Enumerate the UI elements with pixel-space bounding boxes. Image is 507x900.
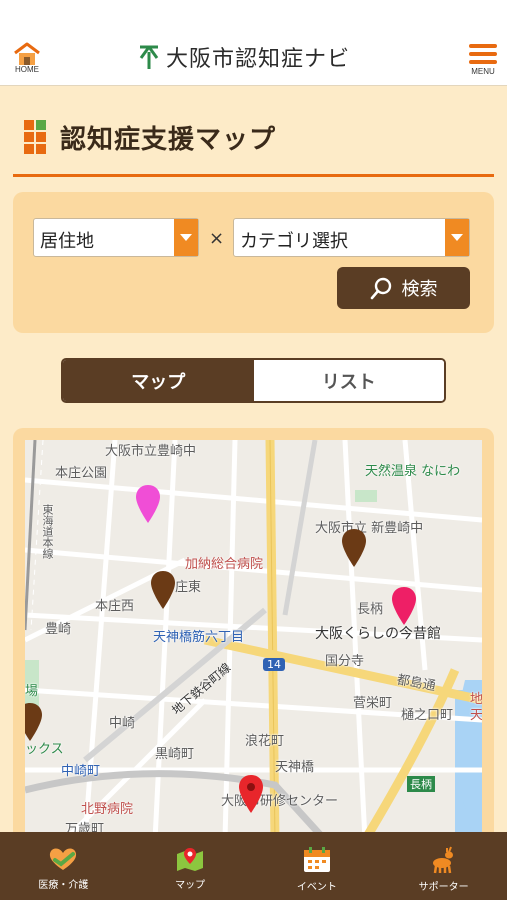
map-label: 天神橋筋六丁目 [153,630,245,645]
bottom-nav: 医療・介護 マップ イベント サポーター [0,832,507,900]
times-symbol: × [209,228,225,249]
nav-label: マップ [175,880,206,891]
grid-icon [24,120,46,154]
map-label: 加納総合病院 [185,557,264,572]
route-badge: 14 [263,658,285,671]
map-pin[interactable] [238,774,264,814]
map-icon [177,848,204,871]
map-label: 東海道本線 [41,504,54,559]
hamburger-bar [469,52,497,56]
map-label: 長柄 [357,602,384,617]
map-label: 天 [470,708,482,723]
nav-label: サポーター [418,882,469,893]
home-button[interactable]: HOME [8,42,46,78]
category-select-value: カテゴリ選択 [240,231,348,252]
map-label: 場 [25,684,39,699]
menu-button[interactable]: MENU [469,44,497,76]
map-label: 長柄 [407,776,435,792]
title-divider [13,174,494,177]
map-pin[interactable] [341,528,367,568]
map-label: 菅栄町 [353,696,393,711]
calendar-icon [303,847,330,872]
medical-care-icon [50,848,77,870]
page-title: 認知症支援マップ [60,124,277,155]
search-panel: 居住地 × カテゴリ選択 検索 [13,192,494,333]
nav-supporter[interactable]: サポーター [380,832,507,900]
search-button[interactable]: 検索 [337,267,470,309]
map-label: 北野病院 [81,802,134,817]
map-label: 黒崎町 [155,747,195,762]
map-label: 天神橋 [275,760,315,775]
map-label: 中崎町 [61,764,101,779]
map-label: 大阪くらしの今昔館 [315,626,441,642]
map-pin[interactable] [135,484,161,524]
logo-mark-icon [139,45,159,69]
map-label: 豊崎 [45,622,72,637]
page-title-row: 認知症支援マップ [24,118,276,156]
map-label: 樋之口町 [401,708,454,723]
nav-map[interactable]: マップ [127,832,254,900]
map-pin[interactable] [391,586,417,626]
map-label: 中崎 [109,716,136,731]
tab-map[interactable]: マップ [63,360,254,401]
home-icon [14,42,40,65]
view-toggle: マップ リスト [61,358,446,403]
map-pin[interactable] [150,570,176,610]
map-label: 本庄公園 [55,466,108,481]
map-label: 庄東 [175,580,202,595]
map-pin[interactable] [25,702,43,742]
map-label: 浪花町 [245,734,285,749]
tab-list[interactable]: リスト [253,360,444,401]
nav-event[interactable]: イベント [254,832,381,900]
chevron-down-icon [174,219,198,256]
app-header: HOME 大阪市認知症ナビ MENU [0,0,507,86]
map-label: 大阪市立豊崎中 [105,444,197,459]
app-title: 大阪市認知症ナビ [166,47,351,72]
category-select[interactable]: カテゴリ選択 [233,218,470,257]
chevron-down-icon [445,219,469,256]
map-label: 天然温泉 なにわ [365,464,461,479]
hamburger-icon [469,44,497,48]
support-map[interactable]: 大阪市立豊崎中 本庄公園 天然温泉 なにわ 東海道本線 大阪市立 新豊崎中 加納… [25,440,482,840]
supporter-deer-icon [432,846,453,874]
hamburger-bar [469,60,497,64]
search-button-label: 検索 [401,279,438,300]
nav-medical-care[interactable]: 医療・介護 [0,832,127,900]
app-logo[interactable]: 大阪市認知症ナビ [138,42,350,72]
map-label: 本庄西 [95,599,135,614]
search-icon [370,277,391,300]
residence-select-value: 居住地 [40,231,94,252]
nav-label: 医療・介護 [38,880,89,891]
map-label: 国分寺 [325,654,365,669]
nav-label: イベント [296,882,337,893]
residence-select[interactable]: 居住地 [33,218,199,257]
map-label: 大阪市立 新豊崎中 [315,521,424,536]
home-label: HOME [15,65,39,74]
menu-label: MENU [471,67,495,76]
